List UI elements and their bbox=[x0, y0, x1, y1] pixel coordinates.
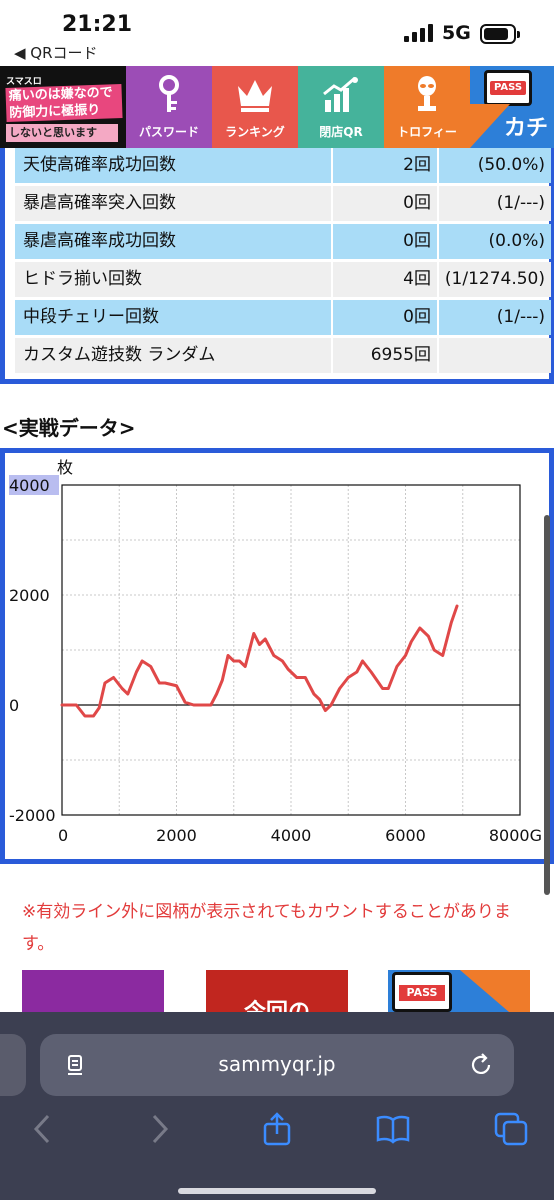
x-tick-label: 6000 bbox=[385, 826, 426, 845]
x-tick-label: 4000 bbox=[271, 826, 312, 845]
x-tick-label: 0 bbox=[58, 826, 68, 845]
row-ratio: (1/---) bbox=[439, 300, 551, 335]
tab-label: ランキング bbox=[225, 125, 285, 139]
tab-ranking[interactable]: ランキング bbox=[212, 66, 298, 148]
y-axis-unit: 枚 bbox=[57, 458, 73, 477]
battery-icon bbox=[480, 24, 520, 44]
back-to-app-link[interactable]: ◀ QRコード bbox=[14, 42, 98, 63]
row-label: 中段チェリー回数 bbox=[15, 300, 331, 335]
series-line bbox=[60, 604, 459, 718]
browser-toolbar: sammyqr.jp bbox=[0, 1012, 554, 1200]
row-count: 0回 bbox=[333, 186, 437, 221]
browser-nav bbox=[0, 1104, 554, 1154]
row-label: カスタム遊技数 ランダム bbox=[15, 338, 331, 373]
pass-link[interactable]: PASS カチ bbox=[470, 66, 554, 148]
line-chart: 400020000-2000枚0 2000 4000 6000 8000G bbox=[9, 458, 542, 845]
logo-line3: しないと思います bbox=[6, 124, 118, 142]
table-row: カスタム遊技数 ランダム 6955回 bbox=[15, 338, 551, 373]
clock: 21:21 bbox=[62, 12, 133, 37]
reload-icon[interactable] bbox=[468, 1052, 494, 1078]
x-tick-label: 2000 bbox=[156, 826, 197, 845]
row-count: 2回 bbox=[333, 148, 437, 183]
row-ratio: (1/---) bbox=[439, 186, 551, 221]
row-ratio: (50.0%) bbox=[439, 148, 551, 183]
tabs-icon[interactable] bbox=[494, 1112, 528, 1146]
section-title: <実戦データ> bbox=[2, 416, 136, 440]
pass-badge: PASS bbox=[392, 972, 452, 1012]
top-nav: スマスロ 痛いのは嫌なので 防御力に極振り しないと思います パスワード ランキン… bbox=[0, 66, 554, 148]
pass-badge: PASS bbox=[484, 70, 532, 106]
battle-data-chart: 4000 2000 0 -2000 枚 0 2000 4000 6000 8000G bbox=[0, 448, 554, 864]
y-tick-label: 0 bbox=[9, 696, 19, 715]
tab-password[interactable]: パスワード bbox=[126, 66, 212, 148]
tab-close-qr[interactable]: 閉店QR bbox=[298, 66, 384, 148]
status-bar: 21:21 ◀ QRコード 5G bbox=[0, 0, 554, 66]
table-row: 天使高確率成功回数 2回 (50.0%) bbox=[15, 148, 551, 183]
y-tick-label: 4000 bbox=[9, 476, 50, 495]
stats-table: 天使高確率成功回数 2回 (50.0%) 暴虐高確率突入回数 0回 (1/---… bbox=[0, 148, 554, 384]
row-count: 6955回 bbox=[333, 338, 437, 373]
forward-icon[interactable] bbox=[142, 1112, 176, 1146]
row-ratio: (0.0%) bbox=[439, 224, 551, 259]
tab-label: パスワード bbox=[138, 125, 199, 139]
table-row: 暴虐高確率突入回数 0回 (1/---) bbox=[15, 186, 551, 221]
y-tick-label: -2000 bbox=[9, 806, 56, 825]
pass-kachi-text: カチ bbox=[503, 116, 548, 141]
row-label: 暴虐高確率突入回数 bbox=[15, 186, 331, 221]
signal-icon bbox=[404, 24, 433, 42]
count-note: ※有効ライン外に図柄が表示されてもカウントすることがあります。 bbox=[22, 902, 511, 954]
table-row: 暴虐高確率成功回数 0回 (0.0%) bbox=[15, 224, 551, 259]
row-ratio bbox=[439, 338, 551, 373]
key-icon bbox=[159, 75, 179, 112]
row-label: 暴虐高確率成功回数 bbox=[15, 224, 331, 259]
logo-line2: 痛いのは嫌なので 防御力に極振り bbox=[5, 83, 123, 123]
page-scrollbar[interactable] bbox=[544, 515, 550, 895]
back-icon[interactable] bbox=[26, 1112, 60, 1146]
trophy-alien-icon bbox=[418, 76, 436, 111]
table-row: ヒドラ揃い回数 4回 (1/1274.50) bbox=[15, 262, 551, 297]
network-label: 5G bbox=[442, 22, 471, 44]
crown-icon bbox=[238, 80, 272, 112]
row-label: 天使高確率成功回数 bbox=[15, 148, 331, 183]
row-count: 4回 bbox=[333, 262, 437, 297]
tab-label: 閉店QR bbox=[319, 125, 363, 139]
logo-line1: スマスロ bbox=[6, 77, 42, 87]
tab-trophy[interactable]: トロフィー bbox=[384, 66, 470, 148]
row-label: ヒドラ揃い回数 bbox=[15, 262, 331, 297]
bookmarks-icon[interactable] bbox=[376, 1112, 410, 1146]
game-logo[interactable]: スマスロ 痛いのは嫌なので 防御力に極振り しないと思います bbox=[0, 66, 126, 148]
row-count: 0回 bbox=[333, 224, 437, 259]
previous-tab-preview[interactable] bbox=[0, 1034, 26, 1096]
row-count: 0回 bbox=[333, 300, 437, 335]
share-icon[interactable] bbox=[260, 1112, 294, 1146]
table-row: 中段チェリー回数 0回 (1/---) bbox=[15, 300, 551, 335]
y-tick-label: 2000 bbox=[9, 586, 50, 605]
tab-label: トロフィー bbox=[397, 125, 457, 139]
x-tick-label: 8000G bbox=[489, 826, 542, 845]
address-bar[interactable]: sammyqr.jp bbox=[40, 1034, 514, 1096]
row-ratio: (1/1274.50) bbox=[439, 262, 551, 297]
url-text: sammyqr.jp bbox=[218, 1052, 336, 1076]
growth-chart-icon bbox=[323, 76, 358, 112]
home-indicator bbox=[178, 1188, 376, 1194]
